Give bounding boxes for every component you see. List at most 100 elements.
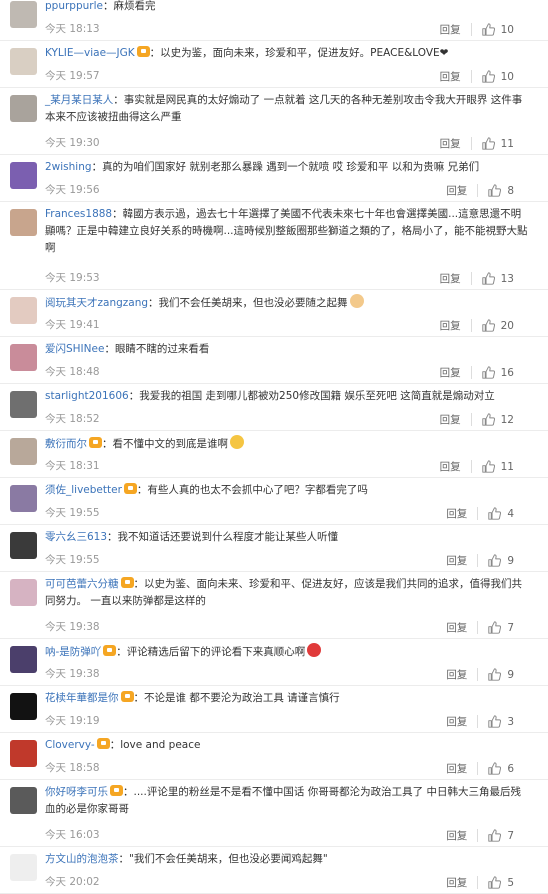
username-link[interactable]: 敷衍而尔 xyxy=(45,438,87,450)
reply-button[interactable]: 回复 xyxy=(440,318,461,333)
reply-button[interactable]: 回复 xyxy=(446,667,467,682)
reply-button[interactable]: 回复 xyxy=(446,183,467,198)
avatar[interactable] xyxy=(10,162,37,189)
colon: ： xyxy=(112,208,123,220)
comment-item: 零六幺三613：我不知道话还要说到什么程度才能让某些人听懂 今天 19:55 回… xyxy=(0,525,548,572)
reply-button[interactable]: 回复 xyxy=(440,69,461,84)
username-link[interactable]: _某月某日某人 xyxy=(45,94,113,106)
divider xyxy=(470,70,472,83)
username-link[interactable]: ppurppurle xyxy=(45,0,103,12)
comment-actions: 回复 16 xyxy=(440,365,514,380)
username-link[interactable]: 2wishing xyxy=(45,161,92,173)
divider xyxy=(477,762,479,775)
like-button[interactable]: 16 xyxy=(481,366,514,379)
username-link[interactable]: KYLIE—viae—JGK xyxy=(45,47,135,59)
divider xyxy=(470,272,472,285)
like-button[interactable]: 9 xyxy=(488,668,514,681)
vip-badge-icon xyxy=(89,437,102,448)
reply-button[interactable]: 回复 xyxy=(440,136,461,151)
reply-button[interactable]: 回复 xyxy=(446,553,467,568)
comment-actions: 回复 12 xyxy=(440,412,514,427)
avatar[interactable] xyxy=(10,438,37,465)
comment-body: 花椟年華都是你 ：不论是谁 都不要沦为政治工具 请谨言慎行 xyxy=(45,690,528,707)
reply-button[interactable]: 回复 xyxy=(440,459,461,474)
reply-button[interactable]: 回复 xyxy=(440,22,461,37)
like-button[interactable]: 13 xyxy=(481,272,514,285)
avatar[interactable] xyxy=(10,1,37,28)
like-button[interactable]: 10 xyxy=(481,23,514,36)
avatar[interactable] xyxy=(10,485,37,512)
reply-button[interactable]: 回复 xyxy=(440,412,461,427)
username-link[interactable]: 花椟年華都是你 xyxy=(45,692,119,704)
avatar[interactable] xyxy=(10,787,37,814)
divider xyxy=(470,23,472,36)
username-link[interactable]: 须佐_livebetter xyxy=(45,484,122,496)
like-button[interactable]: 11 xyxy=(481,137,514,150)
colon: ： xyxy=(107,531,118,543)
avatar[interactable] xyxy=(10,209,37,236)
username-link[interactable]: Frances1888 xyxy=(45,208,112,220)
avatar[interactable] xyxy=(10,95,37,122)
like-button[interactable]: 8 xyxy=(488,184,514,197)
avatar[interactable] xyxy=(10,693,37,720)
divider xyxy=(477,507,479,520)
avatar[interactable] xyxy=(10,740,37,767)
comment-item: 敷衍而尔 ：看不懂中文的到底是谁啊 今天 18:31 回复 11 xyxy=(0,431,548,478)
like-button[interactable]: 11 xyxy=(481,460,514,473)
username-link[interactable]: 你好呀李可乐 xyxy=(45,786,108,798)
avatar[interactable] xyxy=(10,48,37,75)
like-button[interactable]: 7 xyxy=(488,621,514,634)
avatar[interactable] xyxy=(10,646,37,673)
username-link[interactable]: 爱闪SHINee xyxy=(45,343,104,355)
divider xyxy=(477,668,479,681)
comment-text: 评论精选后留下的评论看下来真顺心啊 xyxy=(126,646,306,658)
reply-button[interactable]: 回复 xyxy=(446,714,467,729)
username-link[interactable]: 方文山的泡泡茶 xyxy=(45,853,119,865)
reply-button[interactable]: 回复 xyxy=(440,365,461,380)
like-button[interactable]: 5 xyxy=(488,876,514,889)
colon: ： xyxy=(133,578,145,590)
thumbs-up-icon xyxy=(488,507,502,520)
comment-actions: 回复 6 xyxy=(446,761,514,776)
colon: ： xyxy=(116,646,127,658)
username-link[interactable]: 零六幺三613 xyxy=(45,531,107,543)
username-link[interactable]: Clovervy- xyxy=(45,739,95,751)
like-button[interactable]: 6 xyxy=(488,762,514,775)
username-link[interactable]: 呐-是防弹吖 xyxy=(45,646,101,658)
comment-time: 今天 19:55 xyxy=(45,554,100,566)
reply-button[interactable]: 回复 xyxy=(446,761,467,776)
like-button[interactable]: 3 xyxy=(488,715,514,728)
avatar[interactable] xyxy=(10,854,37,881)
username-link[interactable]: 可可芭蕾六分糖 xyxy=(45,578,119,590)
vip-badge-icon xyxy=(110,785,123,796)
like-button[interactable]: 4 xyxy=(488,507,514,520)
username-link[interactable]: 阅玩其天才zangzang xyxy=(45,297,148,309)
reply-button[interactable]: 回复 xyxy=(446,506,467,521)
colon: ： xyxy=(102,438,113,450)
colon: ： xyxy=(133,692,145,704)
comment-body: 你好呀李可乐 ：....评论里的粉丝是不是看不懂中国话 你哥哥都沦为政治工具了 中… xyxy=(45,784,528,818)
comment-actions: 回复 10 xyxy=(440,22,514,37)
comment-actions: 回复 9 xyxy=(446,667,514,682)
avatar[interactable] xyxy=(10,344,37,371)
like-button[interactable]: 7 xyxy=(488,829,514,842)
thumbs-up-icon xyxy=(488,554,502,567)
reply-button[interactable]: 回复 xyxy=(440,271,461,286)
comment-time: 今天 19:56 xyxy=(45,184,100,196)
username-link[interactable]: starlight201606 xyxy=(45,390,129,402)
comment-item: 花椟年華都是你 ：不论是谁 都不要沦为政治工具 请谨言慎行 今天 19:19 回复… xyxy=(0,686,548,733)
like-button[interactable]: 9 xyxy=(488,554,514,567)
reply-button[interactable]: 回复 xyxy=(446,828,467,843)
like-button[interactable]: 10 xyxy=(481,70,514,83)
avatar[interactable] xyxy=(10,532,37,559)
avatar[interactable] xyxy=(10,391,37,418)
like-count: 20 xyxy=(500,319,514,332)
like-button[interactable]: 12 xyxy=(481,413,514,426)
avatar[interactable] xyxy=(10,297,37,324)
avatar[interactable] xyxy=(10,579,37,606)
thumbs-up-icon xyxy=(488,876,502,889)
reply-button[interactable]: 回复 xyxy=(446,875,467,890)
vip-badge-icon xyxy=(123,483,137,494)
reply-button[interactable]: 回复 xyxy=(446,620,467,635)
like-button[interactable]: 20 xyxy=(481,319,514,332)
